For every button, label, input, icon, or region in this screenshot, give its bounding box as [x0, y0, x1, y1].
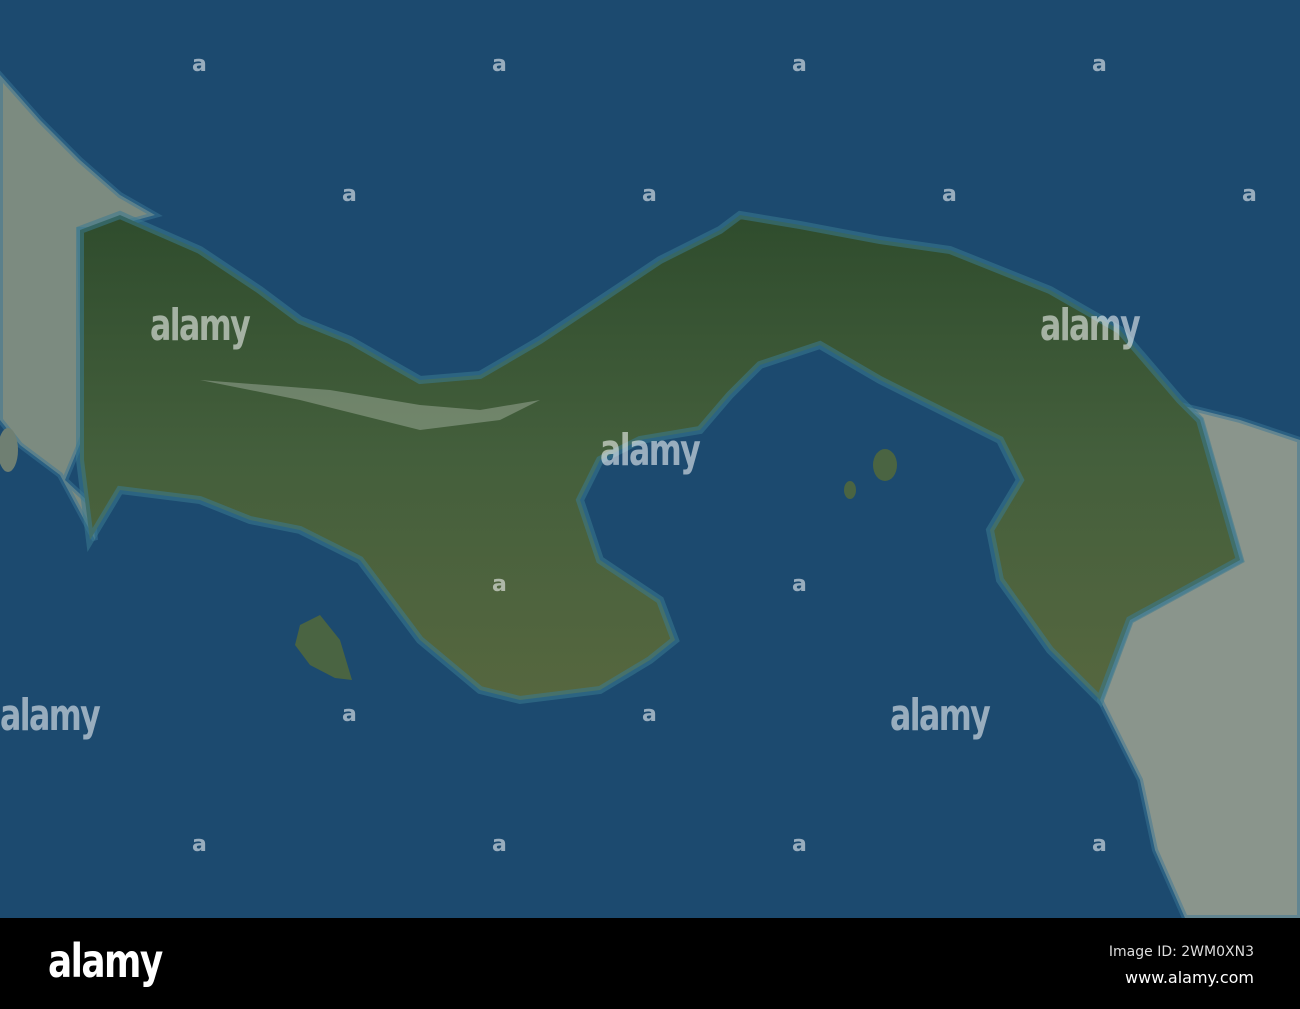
watermark-mark: a: [492, 832, 507, 857]
watermark-text: alamy: [890, 690, 991, 741]
watermark-mark: a: [792, 52, 807, 77]
watermark-mark: a: [192, 52, 207, 77]
watermark-text: alamy: [0, 690, 101, 741]
footer-bar: alamy Image ID: 2WM0XN3 www.alamy.com: [0, 918, 1300, 1009]
watermark-mark: a: [1092, 832, 1107, 857]
alamy-logo: alamy: [48, 934, 163, 988]
watermark-mark: a: [492, 572, 507, 597]
watermark-mark: a: [192, 832, 207, 857]
site-url[interactable]: www.alamy.com: [1125, 968, 1254, 987]
pearl-islands: [873, 449, 897, 481]
watermark-mark: a: [1242, 182, 1257, 207]
watermark-mark: a: [942, 182, 957, 207]
watermark-mark: a: [792, 572, 807, 597]
pearl-islands: [844, 481, 856, 499]
watermark-mark: a: [642, 702, 657, 727]
image-id: Image ID: 2WM0XN3: [1108, 944, 1254, 960]
watermark-mark: a: [642, 182, 657, 207]
watermark-mark: a: [1092, 52, 1107, 77]
watermark-mark: a: [492, 52, 507, 77]
watermark-text: alamy: [1040, 300, 1141, 351]
watermark-text: alamy: [150, 300, 251, 351]
watermark-text: alamy: [600, 425, 701, 476]
watermark-mark: a: [342, 182, 357, 207]
watermark-mark: a: [342, 702, 357, 727]
watermark-mark: a: [792, 832, 807, 857]
